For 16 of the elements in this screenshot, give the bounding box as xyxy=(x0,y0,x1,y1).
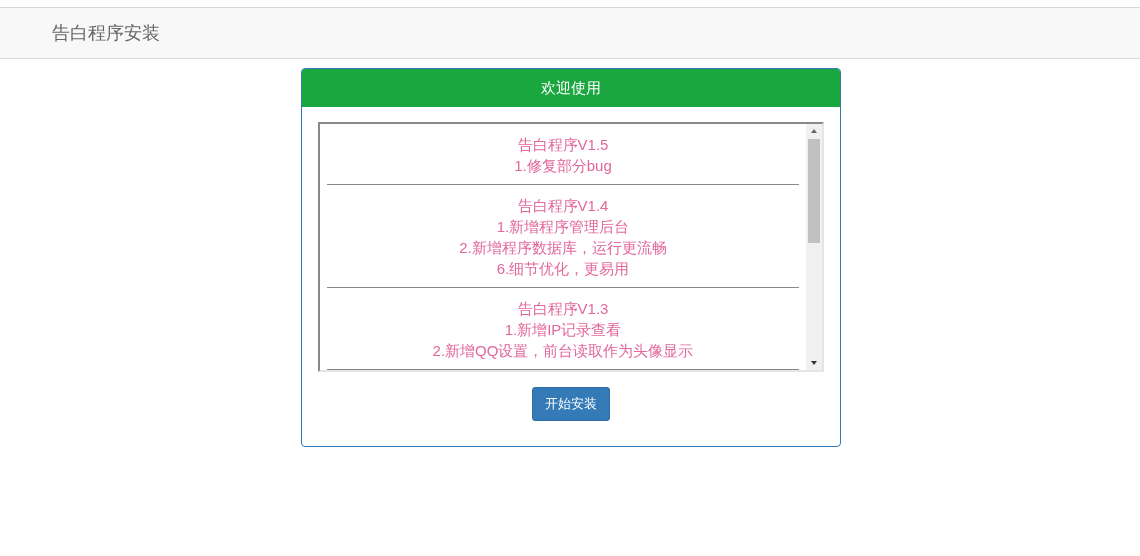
navbar-title: 告白程序安装 xyxy=(52,21,160,45)
version-title: 告白程序V1.5 xyxy=(517,135,609,155)
scroll-up-icon[interactable] xyxy=(810,128,818,134)
changelog-note: 2.新增程序数据库，运行更流畅 xyxy=(459,238,667,258)
version-title: 告白程序V1.3 xyxy=(517,299,609,319)
changelog-note: 2.新增QQ设置，前台读取作为头像显示 xyxy=(432,341,694,361)
changelog-note: 6.细节优化，更易用 xyxy=(496,259,630,279)
changelog-note: 1.修复部分bug xyxy=(514,156,612,176)
changelog-note: 1.新增IP记录查看 xyxy=(504,320,622,340)
scrollbar[interactable] xyxy=(806,124,822,370)
version-title: 告白程序V1.4 xyxy=(517,196,609,216)
changelog-note: 1.新增程序管理后台 xyxy=(496,217,630,237)
start-install-button[interactable]: 开始安装 xyxy=(532,387,610,421)
panel-title: 欢迎使用 xyxy=(541,77,601,98)
scrollbar-thumb[interactable] xyxy=(808,139,820,243)
scroll-down-icon[interactable] xyxy=(810,360,818,366)
